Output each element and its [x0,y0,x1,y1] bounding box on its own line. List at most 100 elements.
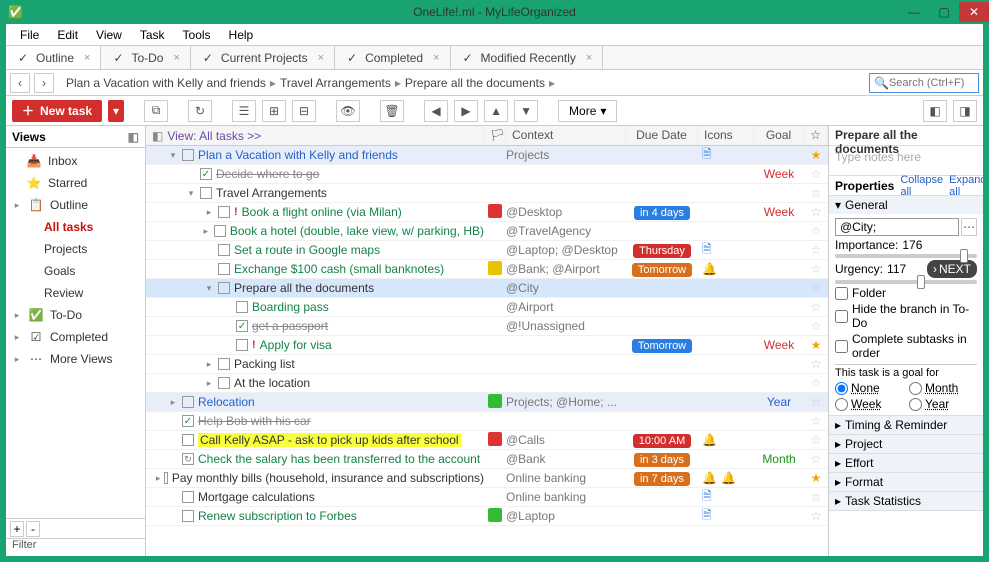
delete-icon[interactable]: 🗑 [380,100,404,122]
view-outline[interactable]: ▸📋Outline [6,194,145,216]
col-header-star[interactable]: ☆ [804,126,828,145]
task-checkbox[interactable] [182,453,194,465]
eye-icon[interactable]: 👁 [336,100,360,122]
task-checkbox[interactable]: ✓ [182,415,194,427]
expander-icon[interactable]: ▸ [204,378,214,389]
task-row[interactable]: ✓Help Bob with his car☆ [146,412,828,431]
flag-cell[interactable] [484,394,506,411]
expander-icon[interactable]: ▸ [204,207,214,218]
minimize-button[interactable]: — [899,2,929,22]
section-effort[interactable]: ▸Effort [829,454,983,472]
copy-icon[interactable]: ⧉ [144,100,168,122]
col-header-flag[interactable]: 🏳 [484,126,506,145]
star-toggle[interactable]: ☆ [804,224,828,238]
star-toggle[interactable]: ☆ [804,414,828,428]
expand-all-link[interactable]: Expand all [949,174,983,198]
urgency-slider[interactable] [835,280,977,284]
flag-cell[interactable] [484,204,506,221]
task-checkbox[interactable] [182,149,194,161]
task-row[interactable]: Set a route in Google maps@Laptop; @Desk… [146,241,828,260]
crumb[interactable]: Travel Arrangements [280,76,391,90]
move-right-icon[interactable]: ▶ [454,100,478,122]
goal-radio-none[interactable]: None [835,381,903,395]
view-to-do[interactable]: ▸✅To-Do [6,304,145,326]
new-task-dropdown[interactable]: ▾ [108,100,124,122]
task-row[interactable]: ▾Plan a Vacation with Kelly and friendsP… [146,146,828,165]
section-general[interactable]: ▾General [829,196,983,214]
task-row[interactable]: Mortgage calculationsOnline banking🗎☆ [146,488,828,507]
context-input[interactable] [835,218,959,236]
star-toggle[interactable]: ☆ [804,395,828,409]
star-toggle[interactable]: ☆ [804,167,828,181]
star-toggle[interactable]: ☆ [804,243,828,257]
star-toggle[interactable]: ☆ [804,433,828,447]
task-checkbox[interactable] [236,301,248,313]
crumb[interactable]: Prepare all the documents [405,76,545,90]
close-icon[interactable]: × [84,52,90,64]
hide-branch-checkbox[interactable]: Hide the branch in To-Do [835,302,977,330]
expander-icon[interactable]: ▸ [168,397,178,408]
chevron-right-icon[interactable]: ▸ [12,354,22,365]
task-checkbox[interactable] [218,244,230,256]
flag-cell[interactable] [484,508,506,525]
panel-toggle-2[interactable]: ◨ [953,100,977,122]
tab-modified-recently[interactable]: ✓Modified Recently× [451,46,604,69]
view-all-tasks[interactable]: All tasks [6,216,145,238]
task-checkbox[interactable] [182,396,194,408]
views-panel-toggle-icon[interactable]: ◧ [128,130,139,144]
folder-checkbox[interactable]: Folder [835,286,977,300]
col-header-context[interactable]: Context [506,126,626,145]
nav-back[interactable]: ‹ [10,73,30,93]
move-up-icon[interactable]: ▲ [484,100,508,122]
star-toggle[interactable]: ★ [804,338,828,352]
context-picker-icon[interactable]: ⋯ [961,218,977,236]
task-row[interactable]: Exchange $100 cash (small banknotes)@Ban… [146,260,828,279]
menu-task[interactable]: Task [132,26,173,44]
maximize-button[interactable]: ▢ [929,2,959,22]
view-starred[interactable]: ⭐Starred [6,172,145,194]
task-row[interactable]: ✓Decide where to goWeek☆ [146,165,828,184]
star-toggle[interactable]: ★ [804,471,828,485]
view-projects[interactable]: Projects [6,238,145,260]
task-row[interactable]: Call Kelly ASAP - ask to pick up kids af… [146,431,828,450]
menu-view[interactable]: View [88,26,130,44]
menu-help[interactable]: Help [221,26,262,44]
task-row[interactable]: !Apply for visaTomorrowWeek★ [146,336,828,355]
goal-radio-week[interactable]: Week [835,397,903,411]
close-icon[interactable]: × [586,52,592,64]
new-task-button[interactable]: ＋New task [12,100,102,122]
view-completed[interactable]: ▸☑Completed [6,326,145,348]
star-toggle[interactable]: ☆ [804,281,828,295]
view-goals[interactable]: Goals [6,260,145,282]
expander-icon[interactable]: ▸ [204,359,214,370]
view-inbox[interactable]: 📥Inbox [6,150,145,172]
star-toggle[interactable]: ☆ [804,186,828,200]
importance-slider[interactable] [835,254,977,258]
col-header-icons[interactable]: Icons [698,126,754,145]
menu-edit[interactable]: Edit [49,26,86,44]
view-remove-icon[interactable]: - [26,521,40,537]
crumb[interactable]: Plan a Vacation with Kelly and friends [66,76,266,90]
expander-icon[interactable]: ▾ [168,150,178,161]
task-checkbox[interactable] [164,472,167,484]
tab-to-do[interactable]: ✓To-Do× [101,46,190,69]
more-button[interactable]: More▾ [558,100,617,122]
menu-file[interactable]: File [12,26,47,44]
task-row[interactable]: ▸Packing list☆ [146,355,828,374]
close-button[interactable]: ✕ [959,2,989,22]
star-toggle[interactable]: ☆ [804,262,828,276]
task-checkbox[interactable] [218,206,230,218]
goal-radio-year[interactable]: Year [909,397,977,411]
view-add-icon[interactable]: + [10,521,24,537]
complete-order-checkbox[interactable]: Complete subtasks in order [835,332,977,360]
task-row[interactable]: ▸RelocationProjects; @Home; ...Year☆ [146,393,828,412]
section-task-statistics[interactable]: ▸Task Statistics [829,492,983,510]
task-row[interactable]: Boarding pass@Airport☆ [146,298,828,317]
task-row[interactable]: ▸!Book a flight online (via Milan)@Deskt… [146,203,828,222]
goal-radio-month[interactable]: Month [909,381,977,395]
star-toggle[interactable]: ☆ [804,300,828,314]
star-toggle[interactable]: ☆ [804,357,828,371]
star-toggle[interactable]: ☆ [804,509,828,523]
star-toggle[interactable]: ☆ [804,319,828,333]
tab-outline[interactable]: ✓Outline× [6,46,101,69]
